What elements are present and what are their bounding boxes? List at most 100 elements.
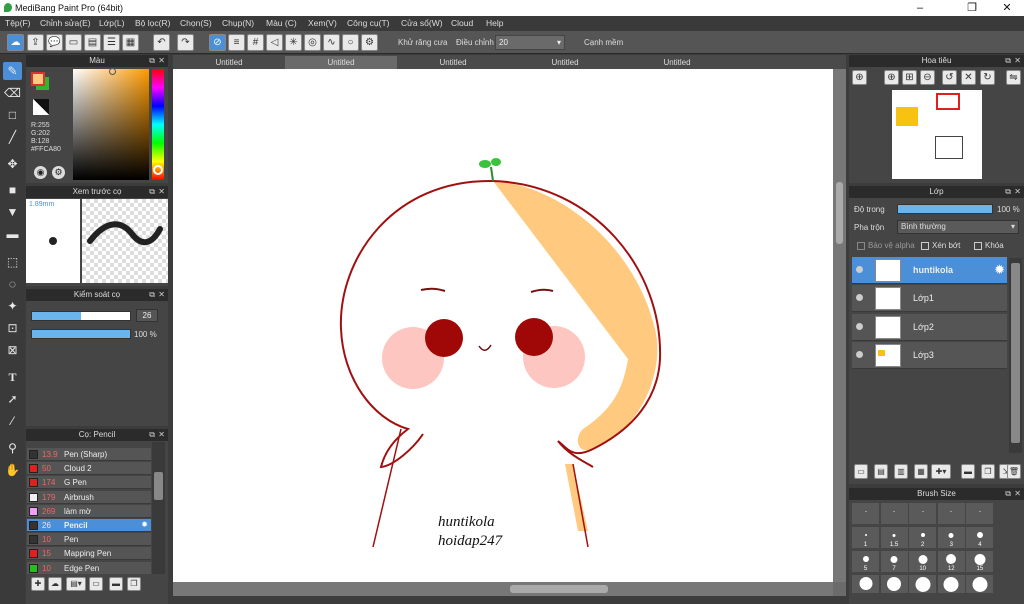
- delete-layer-icon[interactable]: 🗑: [1007, 464, 1021, 479]
- menu-color[interactable]: Màu (C): [266, 18, 297, 28]
- cloud-brush-icon[interactable]: ☁: [48, 577, 62, 591]
- brush-size-cell[interactable]: [880, 575, 908, 593]
- text-tool-icon[interactable]: T: [3, 368, 22, 386]
- brush-size-value[interactable]: 26: [136, 309, 158, 322]
- brush-opacity-slider[interactable]: [31, 329, 131, 339]
- brush-size-cell[interactable]: 1: [852, 527, 879, 548]
- zoom-plus-icon[interactable]: ⊕: [884, 70, 899, 85]
- zoom-out-icon[interactable]: ⊖: [920, 70, 935, 85]
- menu-layer[interactable]: Lớp(L): [99, 18, 124, 28]
- layer-row[interactable]: Lớp2: [852, 313, 1007, 341]
- minimize-button[interactable]: –: [905, 0, 935, 16]
- grid-snap-icon[interactable]: #: [247, 34, 264, 51]
- menu-filter[interactable]: Bộ lọc(R): [135, 18, 170, 28]
- ellipse-snap-icon[interactable]: ○: [342, 34, 359, 51]
- protect-alpha-checkbox[interactable]: [857, 242, 865, 250]
- move-tool-icon[interactable]: ✥: [3, 155, 22, 173]
- brush-size-cell[interactable]: [852, 503, 879, 524]
- visibility-eye-icon[interactable]: [856, 322, 863, 330]
- transparent-swatch[interactable]: [33, 99, 49, 115]
- brush-item[interactable]: 269 làm mờ: [27, 504, 151, 518]
- popout-icon[interactable]: ⧉: [1005, 186, 1011, 198]
- brush-settings-icon[interactable]: ▭: [89, 577, 103, 591]
- vanishing-snap-icon[interactable]: ◁: [266, 34, 283, 51]
- tab-untitled-5[interactable]: Untitled: [621, 56, 733, 69]
- menu-snap[interactable]: Chụp(N): [222, 18, 254, 28]
- gradient-tool-icon[interactable]: ▬: [3, 225, 22, 243]
- brush-item[interactable]: 15 Mapping Pen: [27, 547, 151, 561]
- hue-slider-handle[interactable]: [153, 165, 163, 175]
- brush-size-cell[interactable]: 5: [852, 551, 879, 572]
- visibility-eye-icon[interactable]: [856, 294, 863, 302]
- curve-snap-icon[interactable]: ∿: [323, 34, 340, 51]
- adjust-dropdown[interactable]: 20 ▾: [495, 35, 565, 50]
- hand-tool-icon[interactable]: ✋: [3, 461, 22, 479]
- navigator-viewport-frame[interactable]: [936, 93, 960, 110]
- new-layer-icon[interactable]: ▭: [854, 464, 868, 479]
- lasso-icon[interactable]: ◌: [3, 275, 22, 293]
- brush-size-cell[interactable]: [937, 575, 965, 593]
- close-icon[interactable]: ✕: [158, 186, 165, 198]
- fill-rect-tool-icon[interactable]: ■: [3, 181, 22, 199]
- menu-help[interactable]: Help: [486, 18, 503, 28]
- brush-tool-icon[interactable]: ✎: [3, 62, 22, 80]
- brush-size-cell[interactable]: 15: [966, 551, 994, 572]
- brush-item[interactable]: 174 G Pen: [27, 476, 151, 490]
- menu-select[interactable]: Chọn(S): [180, 18, 212, 28]
- rectangle-tool-icon[interactable]: □: [3, 106, 22, 124]
- settings-icon[interactable]: ⚙: [361, 34, 378, 51]
- popout-icon[interactable]: ⧉: [149, 55, 155, 67]
- brush-size-cell[interactable]: [966, 575, 994, 593]
- layer-row[interactable]: Lớp1: [852, 285, 1007, 313]
- brush-size-cell[interactable]: 3: [937, 527, 965, 548]
- close-icon[interactable]: ✕: [1014, 55, 1021, 67]
- brush-size-cell[interactable]: 7: [880, 551, 908, 572]
- visibility-eye-icon[interactable]: [856, 266, 863, 273]
- magic-wand-icon[interactable]: ✦: [3, 297, 22, 315]
- speech-icon[interactable]: ▭: [65, 34, 82, 51]
- brush-size-cell[interactable]: 2: [909, 527, 937, 548]
- brush-menu-icon[interactable]: ▤▾: [66, 577, 86, 591]
- document-icon[interactable]: ▤: [84, 34, 101, 51]
- popout-icon[interactable]: ⧉: [1005, 488, 1011, 500]
- blend-mode-dropdown[interactable]: Bình thường ▾: [897, 220, 1019, 234]
- operation-tool-icon[interactable]: ➚: [3, 390, 22, 408]
- duplicate-icon[interactable]: ❐: [127, 577, 141, 591]
- parallel-snap-icon[interactable]: ≡: [228, 34, 245, 51]
- grid-list-icon[interactable]: ☰: [103, 34, 120, 51]
- vertical-scrollbar-thumb[interactable]: [836, 182, 843, 244]
- brush-size-cell[interactable]: 10: [909, 551, 937, 572]
- line-tool-icon[interactable]: ╱: [3, 128, 22, 146]
- layer-scrollbar-thumb[interactable]: [1011, 263, 1020, 443]
- select-eraser-icon[interactable]: ⊠: [3, 341, 22, 359]
- eraser-tool-icon[interactable]: ⌫: [3, 84, 22, 102]
- primary-color-swatch[interactable]: [31, 72, 45, 86]
- canvas-area[interactable]: huntikola hoidap247: [173, 69, 846, 596]
- close-icon[interactable]: ✕: [158, 55, 165, 67]
- reset-view-icon[interactable]: ✕: [961, 70, 976, 85]
- rotate-left-icon[interactable]: ↺: [942, 70, 957, 85]
- tab-untitled-2[interactable]: Untitled: [285, 56, 397, 69]
- tab-untitled-1[interactable]: Untitled: [173, 56, 285, 69]
- brush-size-slider[interactable]: [31, 311, 131, 321]
- brush-item[interactable]: 179 Airbrush: [27, 490, 151, 504]
- brush-size-cell[interactable]: [966, 503, 994, 524]
- scrollbar-thumb[interactable]: [154, 472, 163, 500]
- close-icon[interactable]: ✕: [1014, 186, 1021, 198]
- close-icon[interactable]: ✕: [1014, 488, 1021, 500]
- close-icon[interactable]: ✕: [158, 429, 165, 441]
- redo-icon[interactable]: ↷: [177, 34, 194, 51]
- brush-size-cell[interactable]: 12: [937, 551, 965, 572]
- gear-icon[interactable]: ✹: [994, 262, 1005, 278]
- duplicate-layer-icon[interactable]: ❐: [981, 464, 995, 479]
- undo-icon[interactable]: ↶: [153, 34, 170, 51]
- select-pen-icon[interactable]: ⊡: [3, 319, 22, 337]
- cloud-icon[interactable]: ☁: [7, 34, 24, 51]
- rotate-right-icon[interactable]: ↻: [980, 70, 995, 85]
- menu-file[interactable]: Tệp(F): [5, 18, 31, 28]
- tab-untitled-3[interactable]: Untitled: [397, 56, 509, 69]
- upload-icon[interactable]: ⇪: [27, 34, 44, 51]
- menu-edit[interactable]: Chỉnh sửa(E): [40, 18, 91, 28]
- clipping-checkbox[interactable]: [921, 242, 929, 250]
- brush-list-scrollbar[interactable]: [152, 442, 165, 574]
